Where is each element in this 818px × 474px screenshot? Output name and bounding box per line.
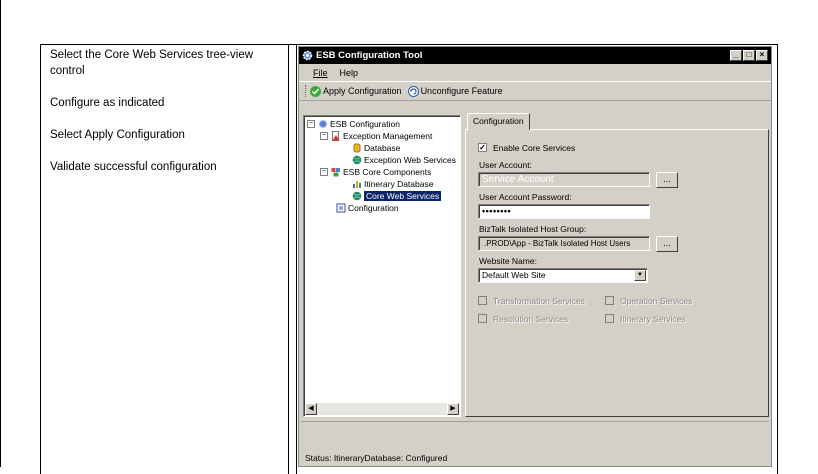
instruction-steps: Select the Core Web Services tree-view c…	[50, 47, 280, 191]
tree-item-esb-configuration[interactable]: − ESB Configuration	[307, 118, 400, 130]
check-icon	[310, 85, 321, 97]
database-icon	[352, 143, 362, 153]
tree-label: Itinerary Database	[364, 179, 434, 189]
enable-core-services-label: Enable Core Services	[493, 143, 576, 153]
apply-configuration-label: Apply Configuration	[323, 86, 402, 96]
tree-label: Exception Web Services	[364, 155, 456, 165]
maximize-button[interactable]: □	[743, 50, 755, 61]
menu-bar: File Help	[299, 64, 771, 81]
document-warning-icon	[331, 131, 341, 141]
gear-icon	[318, 119, 328, 129]
unconfigure-feature-label: Unconfigure Feature	[420, 86, 503, 96]
tree-label: Database	[364, 143, 401, 153]
tree-item-exception-management[interactable]: − Exception Management	[320, 130, 432, 142]
operation-services-checkbox[interactable]	[605, 296, 614, 305]
host-group-label: BizTalk Isolated Host Group:	[479, 224, 587, 234]
globe-icon	[352, 191, 362, 201]
tab-container: Configuration ✓ Enable Core Services Use…	[465, 113, 769, 419]
toolbar-grip	[305, 85, 307, 97]
operation-services-label: Operation Services	[620, 296, 693, 306]
title-bar[interactable]: ESB Configuration Tool _ □ ×	[299, 47, 771, 64]
website-label: Website Name:	[479, 256, 537, 266]
instruction-step-3: Select Apply Configuration	[50, 129, 185, 141]
collapse-icon[interactable]: −	[320, 132, 328, 140]
itinerary-services-checkbox[interactable]	[605, 314, 614, 323]
resolution-services-checkbox[interactable]	[478, 314, 487, 323]
scroll-right-icon[interactable]: ▶	[447, 403, 459, 415]
password-field[interactable]: ••••••••	[478, 204, 650, 219]
chart-icon	[352, 179, 362, 189]
components-icon	[331, 167, 341, 177]
apply-configuration-button[interactable]: Apply Configuration	[310, 85, 402, 97]
table-column-divider	[288, 44, 289, 474]
instruction-step-4: Validate successful configuration	[50, 161, 217, 173]
horizontal-scrollbar[interactable]: ◀ ▶	[305, 403, 459, 415]
tree-item-itinerary-database[interactable]: Itinerary Database	[352, 178, 433, 190]
instruction-step-1: Select the Core Web Services tree-view c…	[50, 49, 254, 77]
unconfigure-feature-button[interactable]: Unconfigure Feature	[407, 85, 503, 97]
tree-label: Exception Management	[343, 131, 433, 141]
enable-core-services-checkbox[interactable]: ✓	[478, 143, 487, 152]
configuration-tab-page: ✓ Enable Core Services User Account: Ser…	[465, 129, 769, 417]
user-account-label: User Account:	[479, 160, 532, 170]
tree-label: ESB Core Components	[343, 167, 432, 177]
website-select-value: Default Web Site	[482, 270, 546, 280]
undo-icon	[407, 85, 419, 97]
tree-item-configuration[interactable]: Configuration	[336, 202, 399, 214]
status-bar: Status: ItineraryDatabase: Configured	[305, 453, 448, 463]
password-label: User Account Password:	[479, 192, 572, 202]
resolution-services-label: Resolution Services	[493, 314, 569, 324]
host-group-field[interactable]: .PROD\App - BizTalk Isolated Host Users	[478, 236, 650, 251]
gear-icon	[302, 50, 313, 61]
dropdown-arrow-icon[interactable]: ▼	[634, 270, 646, 281]
tree-item-core-web-services[interactable]: Core Web Services	[352, 190, 442, 202]
minimize-button[interactable]: _	[730, 50, 742, 61]
toolbar: Apply Configuration Unconfigure Feature	[299, 81, 771, 101]
scroll-left-icon[interactable]: ◀	[305, 403, 317, 415]
host-group-browse-button[interactable]: ...	[656, 236, 678, 252]
tree-item-database[interactable]: Database	[352, 142, 400, 154]
tree-view[interactable]: − ESB Configuration − Exception Manageme…	[303, 115, 461, 417]
tree-label: ESB Configuration	[330, 119, 400, 129]
menu-file[interactable]: File	[313, 68, 328, 78]
configuration-icon	[336, 203, 346, 213]
table-column-divider-inner	[296, 44, 297, 474]
window-title: ESB Configuration Tool	[316, 50, 423, 61]
instruction-step-2: Configure as indicated	[50, 97, 165, 109]
tab-configuration[interactable]: Configuration	[467, 113, 530, 130]
tree-item-esb-core-components[interactable]: − ESB Core Components	[320, 166, 431, 178]
tree-label: Core Web Services	[364, 191, 442, 201]
itinerary-services-label: Itinerary Services	[620, 314, 686, 324]
tree-label: Configuration	[348, 203, 399, 213]
transformation-services-checkbox[interactable]	[478, 296, 487, 305]
esb-config-window: ESB Configuration Tool _ □ × File Help A…	[298, 46, 772, 467]
user-account-field[interactable]: Service Account	[478, 172, 650, 187]
user-account-browse-button[interactable]: ...	[656, 172, 678, 188]
close-button[interactable]: ×	[756, 50, 768, 61]
collapse-icon[interactable]: −	[320, 168, 328, 176]
tree-item-exception-web-services[interactable]: Exception Web Services	[352, 154, 456, 166]
globe-icon	[352, 155, 362, 165]
website-select[interactable]: Default Web Site ▼	[478, 268, 648, 283]
page-left-border	[0, 0, 1, 467]
status-divider	[301, 421, 769, 422]
menu-help[interactable]: Help	[340, 68, 359, 78]
collapse-icon[interactable]: −	[307, 120, 315, 128]
transformation-services-label: Transformation Services	[493, 296, 585, 306]
